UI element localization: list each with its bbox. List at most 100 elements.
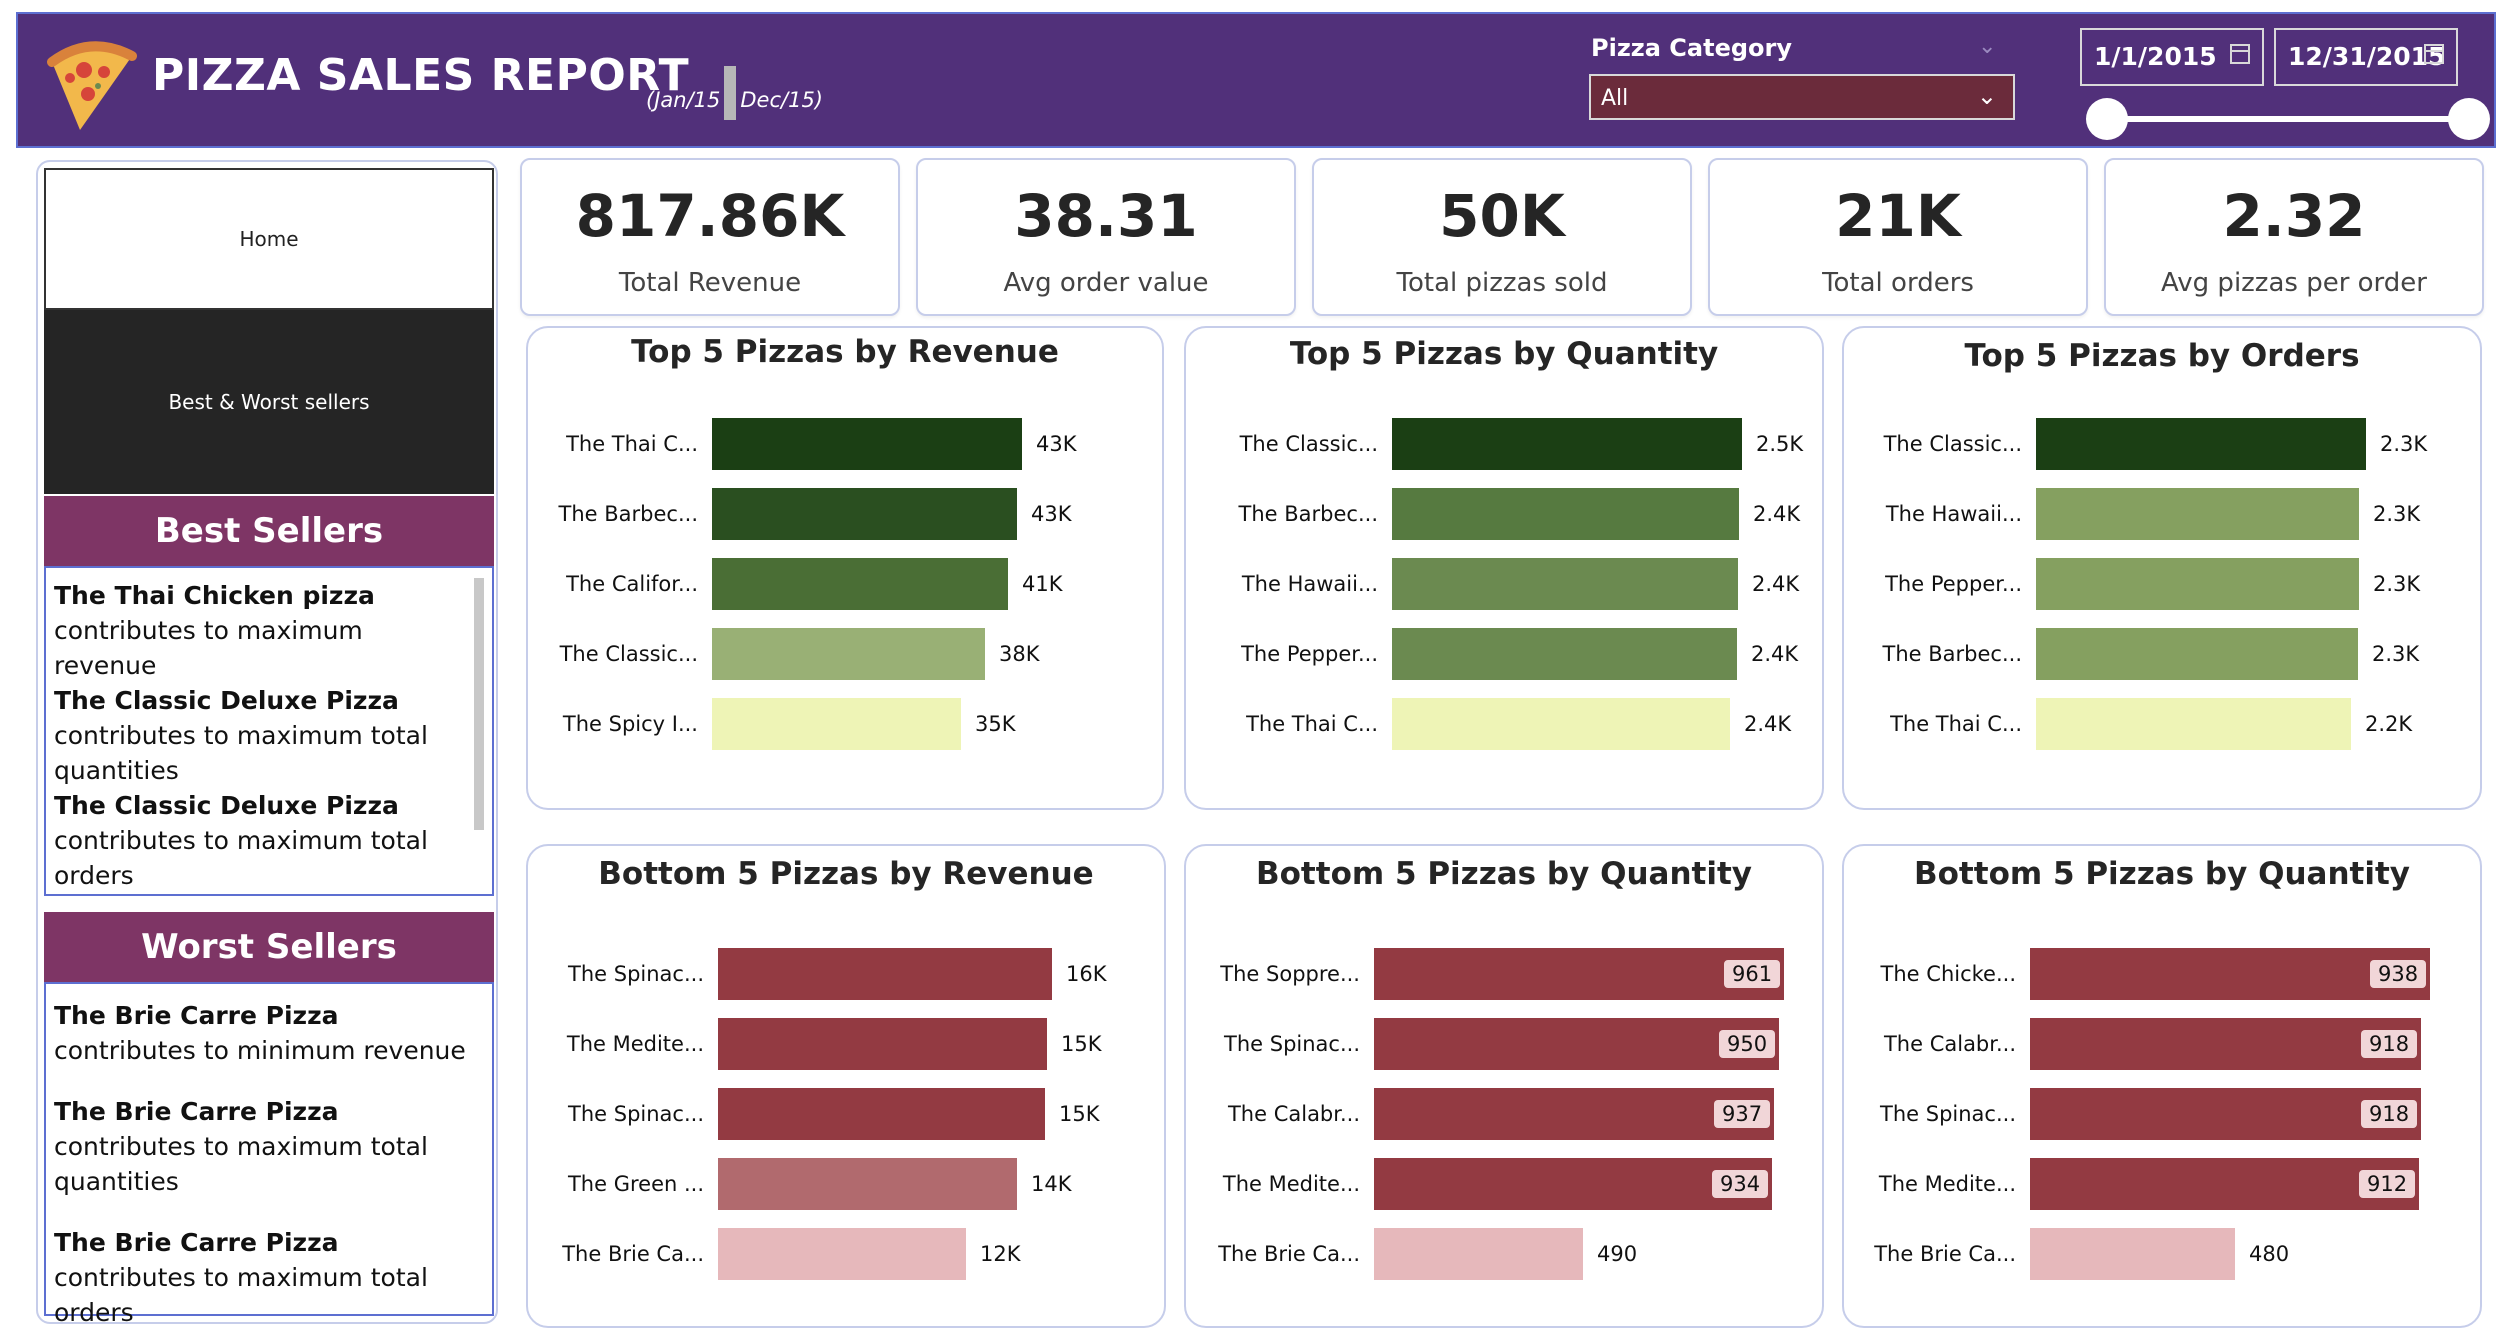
bar-data-label: 918 bbox=[2361, 1030, 2418, 1058]
bar-category-label: The Brie Ca... bbox=[1874, 1242, 2016, 1266]
worst-seller-insight: The Brie Carre Pizza contributes to maxi… bbox=[54, 1225, 482, 1330]
bar-category-label: The Hawaii... bbox=[1885, 502, 2022, 526]
period-separator bbox=[724, 66, 737, 120]
calendar-icon[interactable] bbox=[2230, 44, 2250, 64]
bar-data-label: 937 bbox=[1714, 1100, 1771, 1128]
bar[interactable] bbox=[1392, 558, 1738, 610]
kpi-total-orders: 21K Total orders bbox=[1708, 158, 2088, 316]
bar-data-label: 2.3K bbox=[2373, 572, 2421, 596]
end-date-input[interactable]: 12/31/2015 bbox=[2274, 28, 2458, 86]
nav-best-worst-button[interactable]: Best & Worst sellers bbox=[44, 310, 494, 494]
kpi-value: 50K bbox=[1439, 182, 1565, 250]
bar[interactable] bbox=[2036, 558, 2359, 610]
bar[interactable] bbox=[1374, 948, 1784, 1000]
bar[interactable] bbox=[718, 1228, 966, 1280]
pizza-slice-icon bbox=[47, 41, 137, 130]
chart-title: Bottom 5 Pizzas by Quantity bbox=[1256, 856, 1752, 892]
bar-data-label: 2.4K bbox=[1751, 642, 1799, 666]
kpi-label: Total orders bbox=[1822, 268, 1974, 298]
bar[interactable] bbox=[712, 628, 985, 680]
bar[interactable] bbox=[712, 488, 1017, 540]
bar[interactable] bbox=[1392, 698, 1730, 750]
bar[interactable] bbox=[2036, 628, 2358, 680]
bar[interactable] bbox=[2036, 698, 2351, 750]
chevron-down-icon: ⌄ bbox=[1976, 82, 1997, 110]
pizza-category-value: All bbox=[1601, 86, 1629, 111]
date-range-start-handle[interactable] bbox=[2086, 98, 2128, 140]
insight-pizza: The Brie Carre Pizza bbox=[54, 1001, 339, 1030]
bar-category-label: The Spicy I... bbox=[562, 712, 698, 736]
date-range-slider-track[interactable] bbox=[2108, 116, 2468, 122]
bar-category-label: The Green ... bbox=[567, 1172, 704, 1196]
kpi-avg-pizzas-per-order: 2.32 Avg pizzas per order bbox=[2104, 158, 2484, 316]
bar-category-label: The Pepper... bbox=[1885, 572, 2022, 596]
bar[interactable] bbox=[712, 558, 1008, 610]
bar[interactable] bbox=[712, 418, 1022, 470]
chevron-down-icon[interactable]: ⌄ bbox=[1978, 34, 1996, 59]
bar[interactable] bbox=[1392, 488, 1739, 540]
bar-data-label: 41K bbox=[1022, 572, 1063, 596]
bar[interactable] bbox=[718, 1088, 1045, 1140]
kpi-value: 817.86K bbox=[575, 182, 845, 250]
bar-data-label: 934 bbox=[1712, 1170, 1769, 1198]
bar-data-label: 15K bbox=[1061, 1032, 1102, 1056]
kpi-total-pizzas-sold: 50K Total pizzas sold bbox=[1312, 158, 1692, 316]
bar-category-label: The Classic... bbox=[559, 642, 698, 666]
chart-bottom5-revenue: Bottom 5 Pizzas by Revenue The Spinac... 1… bbox=[526, 844, 1166, 1328]
insight-text: contributes to maximum total quantities bbox=[54, 721, 428, 785]
chart-title: Top 5 Pizzas by Revenue bbox=[631, 334, 1059, 370]
bar-data-label: 12K bbox=[980, 1242, 1021, 1266]
bar-data-label: 14K bbox=[1031, 1172, 1072, 1196]
bar[interactable] bbox=[2030, 1228, 2235, 1280]
chart-top5-quantity: Top 5 Pizzas by Quantity The Classic... 2.… bbox=[1184, 326, 1824, 810]
pizza-category-dropdown[interactable]: All ⌄ bbox=[1589, 74, 2015, 120]
chart-top5-revenue: Top 5 Pizzas by Revenue The Thai C... 43K T… bbox=[526, 326, 1164, 810]
calendar-icon[interactable] bbox=[2424, 44, 2444, 64]
bar[interactable] bbox=[712, 698, 961, 750]
best-sellers-scrollbar[interactable] bbox=[474, 578, 484, 830]
bar[interactable] bbox=[1392, 418, 1742, 470]
date-range-end-handle[interactable] bbox=[2448, 98, 2490, 140]
insight-text: contributes to minimum revenue bbox=[54, 1036, 466, 1065]
bar-category-label: The Soppre... bbox=[1220, 962, 1360, 986]
insight-pizza: The Classic Deluxe Pizza bbox=[54, 686, 399, 715]
bar-category-label: The Brie Ca... bbox=[562, 1242, 704, 1266]
bar-data-label: 2.4K bbox=[1753, 502, 1801, 526]
bar-category-label: The Thai C... bbox=[1246, 712, 1378, 736]
kpi-value: 38.31 bbox=[1014, 182, 1198, 250]
bar-data-label: 2.4K bbox=[1752, 572, 1800, 596]
pizza-category-label: Pizza Category bbox=[1591, 34, 1793, 62]
insight-pizza: The Brie Carre Pizza bbox=[54, 1097, 339, 1126]
bar-category-label: The Classic... bbox=[1883, 432, 2022, 456]
bar-data-label: 480 bbox=[2249, 1242, 2290, 1266]
bar-data-label: 35K bbox=[975, 712, 1016, 736]
worst-seller-insight: The Brie Carre Pizza contributes to maxi… bbox=[54, 1094, 482, 1199]
nav-home-button[interactable]: Home bbox=[44, 168, 494, 310]
bar[interactable] bbox=[1374, 1228, 1583, 1280]
kpi-label: Total pizzas sold bbox=[1396, 268, 1608, 298]
worst-seller-insight: The Brie Carre Pizza contributes to mini… bbox=[54, 998, 482, 1068]
bar[interactable] bbox=[718, 1018, 1047, 1070]
bar[interactable] bbox=[718, 1158, 1017, 1210]
bar-data-label: 2.3K bbox=[2373, 502, 2421, 526]
bar[interactable] bbox=[2036, 418, 2366, 470]
bar-category-label: The Spinac... bbox=[568, 1102, 704, 1126]
best-seller-insight: The Classic Deluxe Pizza contributes to … bbox=[54, 683, 468, 788]
bar[interactable] bbox=[1392, 628, 1737, 680]
bar-category-label: The Barbec... bbox=[1238, 502, 1378, 526]
kpi-value: 21K bbox=[1835, 182, 1961, 250]
bar-data-label: 43K bbox=[1036, 432, 1077, 456]
bar-category-label: The Hawaii... bbox=[1241, 572, 1378, 596]
bar-category-label: The Calabr... bbox=[1227, 1102, 1360, 1126]
chart-bottom5-quantity: Bottom 5 Pizzas by Quantity The Soppre...… bbox=[1184, 844, 1824, 1328]
bar[interactable] bbox=[718, 948, 1052, 1000]
start-date-input[interactable]: 1/1/2015 bbox=[2080, 28, 2264, 86]
start-date-value: 1/1/2015 bbox=[2094, 42, 2217, 71]
period-end: Dec/15) bbox=[740, 88, 824, 112]
bar[interactable] bbox=[2036, 488, 2359, 540]
report-period: (Jan/15 Dec/15) bbox=[646, 66, 824, 128]
chart-title: Bottom 5 Pizzas by Quantity bbox=[1914, 856, 2410, 892]
chart-title: Top 5 Pizzas by Quantity bbox=[1289, 336, 1719, 372]
bar-data-label: 2.2K bbox=[2365, 712, 2413, 736]
insight-text: contributes to maximum total orders bbox=[54, 1263, 428, 1327]
